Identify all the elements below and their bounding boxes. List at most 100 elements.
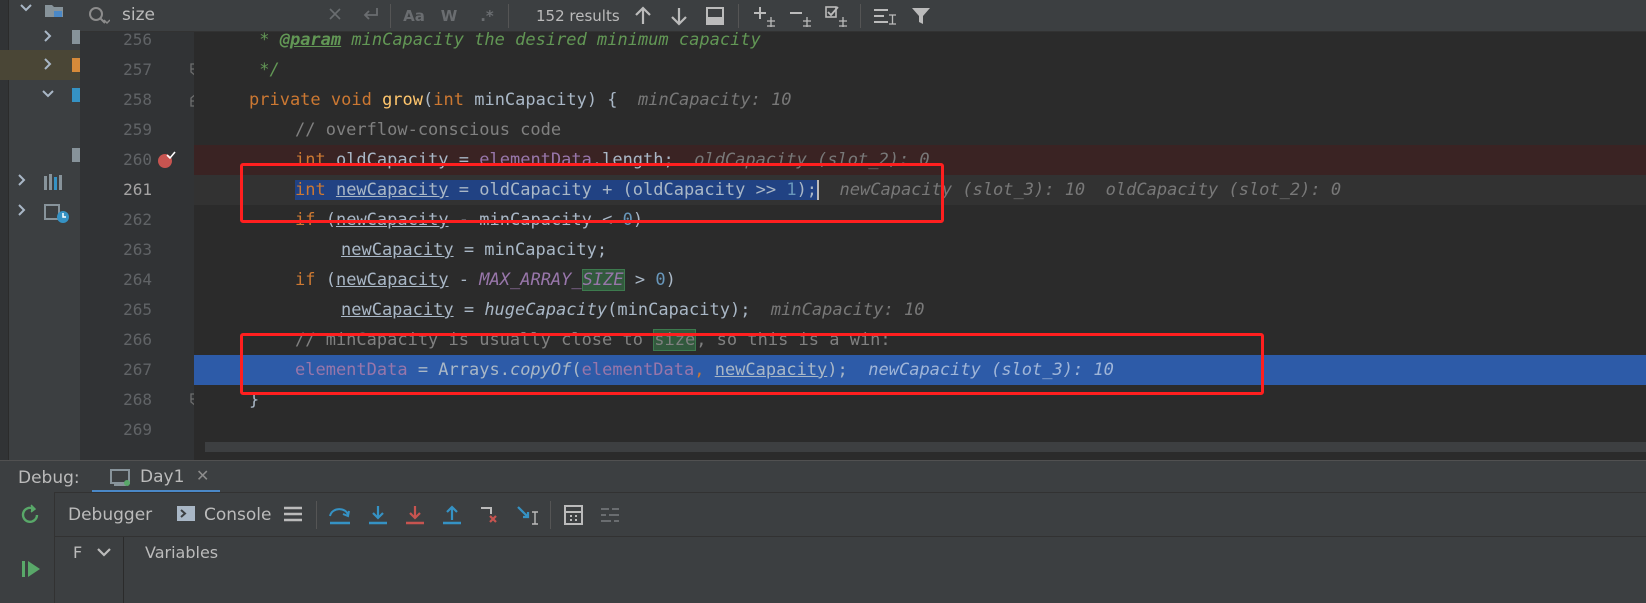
line-number: 257 [123,60,152,79]
chevron-right-icon[interactable] [14,172,34,190]
code-editor[interactable]: * @param minCapacity the desired minimum… [194,32,1646,460]
chevron-right-icon[interactable] [14,202,34,220]
inline-debug-value: newCapacity (slot_3): 10 [839,180,1086,200]
remove-occurrence-icon[interactable] [788,5,814,27]
tree-item-selected[interactable] [0,50,80,80]
folder-icon [44,2,64,17]
variables-label: Variables [145,543,219,562]
chevron-down-icon[interactable] [95,543,113,561]
tab-day1[interactable]: Day1 ✕ [92,461,220,493]
inline-debug-value: oldCapacity (slot_2): 0 [694,150,930,170]
line-number: 259 [123,120,152,139]
folder-icon [72,88,80,102]
tree-item[interactable] [0,80,80,110]
toolbar-divider [316,501,317,529]
tab-console[interactable]: Console [204,505,272,525]
add-occurrence-icon[interactable] [752,5,778,27]
line-number: 263 [123,240,152,259]
drop-frame-icon[interactable] [478,504,502,526]
filter-options-icon[interactable] [872,5,898,27]
inline-debug-value: minCapacity: 10 [638,90,792,110]
execution-point-line: elementData = Arrays.copyOf(elementData,… [194,355,1646,385]
tree-item-scratches[interactable] [0,196,80,226]
editor-gutter: 256 257 258 259 260 261 262 263 264 265 … [80,30,229,460]
next-occurrence-icon[interactable] [668,5,690,27]
search-match: SIZE [581,269,625,291]
search-icon[interactable] [88,6,111,26]
toolbar-divider [738,4,739,28]
tree-item[interactable] [0,22,80,52]
toolbar-divider [860,4,861,28]
code-line: newCapacity = hugeCapacity(minCapacity);… [341,300,925,320]
code-line: } [249,390,260,410]
match-case-button[interactable]: Aa [400,6,428,26]
debug-toolbar: Debugger Console [0,492,1646,536]
line-number: 264 [123,270,152,289]
editor-horizontal-scrollbar[interactable] [205,442,1646,452]
breakpoint-icon[interactable] [156,151,176,169]
inline-debug-value: oldCapacity (slot_2): 0 [1105,180,1342,200]
scratches-icon [44,204,70,223]
code-line: // minCapacity is usually close to size,… [295,329,891,351]
regex-button[interactable]: .* [476,6,498,26]
frames-label: F [73,543,83,562]
project-tree [0,0,80,478]
code-line: // overflow-conscious code [295,120,562,140]
layout-menu-icon[interactable] [282,504,306,526]
select-all-occurrences-icon[interactable] [704,5,726,27]
chevron-right-icon[interactable] [40,28,60,46]
run-config-icon [110,469,132,487]
step-out-icon[interactable] [440,504,464,526]
chevron-down-icon[interactable] [18,0,38,18]
inline-debug-value: minCapacity: 10 [770,300,925,320]
tree-item-libraries[interactable] [0,166,80,196]
tree-item-root[interactable] [0,0,80,24]
line-number: 266 [123,330,152,349]
close-icon[interactable]: ✕ [196,466,209,485]
chevron-right-icon[interactable] [40,56,60,74]
result-count: 152 results [536,7,620,25]
console-icon [176,504,200,526]
search-input[interactable] [122,4,352,26]
line-number: 258 [123,90,152,109]
line-number: 260 [123,150,152,169]
line-number: 268 [123,390,152,409]
evaluate-expression-icon[interactable] [562,504,586,526]
previous-occurrence-icon[interactable] [632,5,654,27]
step-over-icon[interactable] [328,504,352,526]
clear-search-icon[interactable] [326,6,344,26]
line-number: 261 [123,180,152,199]
resume-program-icon[interactable] [20,558,42,580]
debug-tool-window-header: Debug: Day1 ✕ [0,460,1646,493]
select-all-icon[interactable] [824,5,850,27]
words-button[interactable]: W [438,6,460,26]
toolbar-divider [508,4,509,28]
line-number: 262 [123,210,152,229]
filter-icon[interactable] [910,5,932,27]
current-caret-line: int newCapacity = oldCapacity + (oldCapa… [194,175,1646,205]
chevron-down-icon[interactable] [40,86,60,104]
code-line: * @param minCapacity the desired minimum… [249,32,761,50]
rerun-icon[interactable] [20,504,42,526]
line-number: 256 [123,30,152,49]
folder-icon [72,30,80,44]
run-to-cursor-icon[interactable] [515,504,539,526]
code-line: */ [249,60,280,80]
line-number: 267 [123,360,152,379]
line-number: 265 [123,300,152,319]
tab-label: Day1 [140,467,185,487]
force-step-into-icon[interactable] [403,504,427,526]
new-line-icon[interactable] [360,6,382,26]
library-icon [44,174,68,190]
code-line: private void grow(int minCapacity) { min… [249,90,792,110]
code-line: if (newCapacity - MAX_ARRAY_SIZE > 0) [295,269,676,291]
panel-divider [123,537,124,603]
find-bar: Aa W .* 152 results [80,0,1646,32]
frames-variables-header: F Variables [55,536,1646,603]
tab-debugger[interactable]: Debugger [68,505,152,525]
folder-icon [72,58,80,72]
toolbar-divider [390,4,391,28]
step-into-icon[interactable] [366,504,390,526]
trace-stream-icon[interactable] [598,504,622,526]
